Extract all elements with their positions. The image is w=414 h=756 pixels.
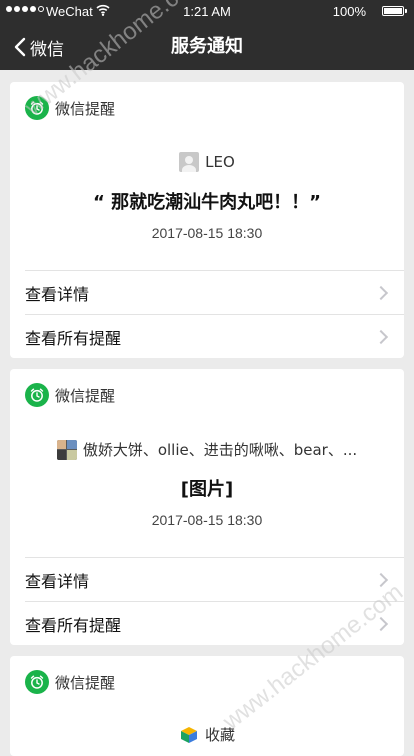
back-label: 微信 xyxy=(30,39,64,60)
battery-percent: 100% xyxy=(332,4,366,19)
card-header: 微信提醒 xyxy=(25,383,115,407)
card-header-label: 微信提醒 xyxy=(55,673,116,692)
card-header-label: 微信提醒 xyxy=(55,386,116,405)
sender-name: LEO xyxy=(205,153,235,171)
sender-row: 收藏 xyxy=(10,724,404,745)
view-all-reminders-link[interactable]: 查看所有提醒 xyxy=(10,602,404,645)
message-title: [图片] xyxy=(180,479,234,500)
notification-card: 微信提醒 收藏 xyxy=(10,656,404,756)
alarm-clock-icon xyxy=(25,383,49,407)
navigation-bar: 服务通知 微信 xyxy=(0,24,414,70)
chevron-right-icon xyxy=(373,329,389,345)
card-header: 微信提醒 xyxy=(25,670,115,694)
chevron-right-icon xyxy=(373,572,389,588)
group-avatar xyxy=(56,439,77,460)
view-all-reminders-label: 查看所有提醒 xyxy=(25,329,122,348)
alarm-clock-icon xyxy=(25,96,49,120)
back-button[interactable]: 微信 xyxy=(14,24,64,70)
notification-card: 微信提醒 LEO “ 那就吃潮汕牛肉丸吧！！” 2017-08-15 18:30… xyxy=(10,82,404,358)
chevron-right-icon xyxy=(373,616,389,632)
view-details-label: 查看详情 xyxy=(25,285,90,304)
card-header-label: 微信提醒 xyxy=(55,99,116,118)
sender-row: LEO xyxy=(10,152,404,172)
view-details-link[interactable]: 查看详情 xyxy=(10,271,404,315)
sender-name: 收藏 xyxy=(204,726,235,744)
message-time: 2017-08-15 18:30 xyxy=(151,512,263,528)
sender-name: 傲娇大饼、ollie、进击的啾啾、bear、... xyxy=(82,441,358,459)
chevron-right-icon xyxy=(373,285,389,301)
notification-card: 微信提醒 傲娇大饼、ollie、进击的啾啾、bear、... [图片] 2017… xyxy=(10,369,404,645)
view-all-reminders-label: 查看所有提醒 xyxy=(25,616,122,635)
sender-row: 傲娇大饼、ollie、进击的啾啾、bear、... xyxy=(10,439,404,460)
view-details-link[interactable]: 查看详情 xyxy=(10,558,404,602)
favorites-cube-icon xyxy=(180,726,197,743)
avatar xyxy=(179,152,200,172)
message-title: “ 那就吃潮汕牛肉丸吧！！” xyxy=(93,192,321,213)
battery-icon xyxy=(382,6,407,16)
status-bar: WeChat 1:21 AM 100% xyxy=(0,0,414,24)
view-all-reminders-link[interactable]: 查看所有提醒 xyxy=(10,315,404,358)
alarm-clock-icon xyxy=(25,670,49,694)
card-header: 微信提醒 xyxy=(25,96,115,120)
view-details-label: 查看详情 xyxy=(25,572,90,591)
message-time: 2017-08-15 18:30 xyxy=(151,225,263,241)
chevron-left-icon xyxy=(14,37,26,57)
